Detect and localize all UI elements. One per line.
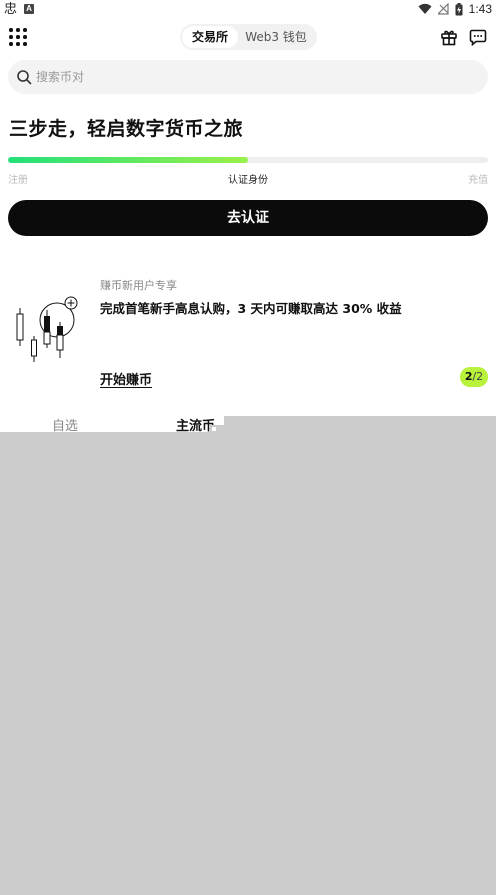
no-signal-icon	[437, 3, 449, 15]
onboarding-progress	[8, 157, 488, 163]
promo-tag: 赚币新用户专享	[100, 279, 177, 292]
progress-fill	[8, 157, 248, 163]
top-header: 交易所 Web3 钱包	[0, 22, 496, 52]
start-earning-link[interactable]: 开始赚币	[100, 369, 152, 388]
tab-web3-wallet[interactable]: Web3 钱包	[238, 26, 314, 48]
battery-charging-icon	[455, 2, 463, 15]
candlestick-illustration-icon	[16, 296, 78, 362]
grid-menu-icon[interactable]	[9, 28, 27, 46]
loading-overlay-top	[224, 416, 496, 432]
status-left: 忠 A	[4, 1, 35, 17]
page-total: /2	[472, 370, 484, 383]
step-deposit: 充值	[468, 175, 488, 186]
loading-overlay	[0, 432, 496, 895]
carousel-page-indicator: 2/2	[460, 367, 488, 387]
loading-overlay-dot	[212, 427, 216, 431]
status-bar: 忠 A 1:43	[0, 0, 496, 18]
onboarding-title: 三步走，轻启数字货币之旅	[9, 118, 244, 140]
wifi-icon	[418, 3, 432, 15]
chat-icon[interactable]	[469, 28, 487, 46]
search-icon	[17, 70, 32, 85]
status-right: 1:43	[418, 2, 492, 16]
tab-exchange[interactable]: 交易所	[182, 26, 238, 48]
gift-icon[interactable]	[440, 28, 458, 46]
notification-glyph: 忠	[4, 1, 18, 17]
clock: 1:43	[468, 2, 492, 16]
step-verify-identity: 认证身份	[228, 175, 268, 186]
verify-button[interactable]: 去认证	[8, 200, 488, 236]
promo-description: 完成首笔新手高息认购，3 天内可赚取高达 30% 收益	[100, 301, 402, 316]
search-input[interactable]	[36, 70, 456, 84]
step-register: 注册	[8, 175, 28, 186]
a-badge-icon: A	[24, 4, 35, 14]
mode-switch: 交易所 Web3 钱包	[180, 24, 317, 50]
search-bar[interactable]	[8, 60, 488, 94]
